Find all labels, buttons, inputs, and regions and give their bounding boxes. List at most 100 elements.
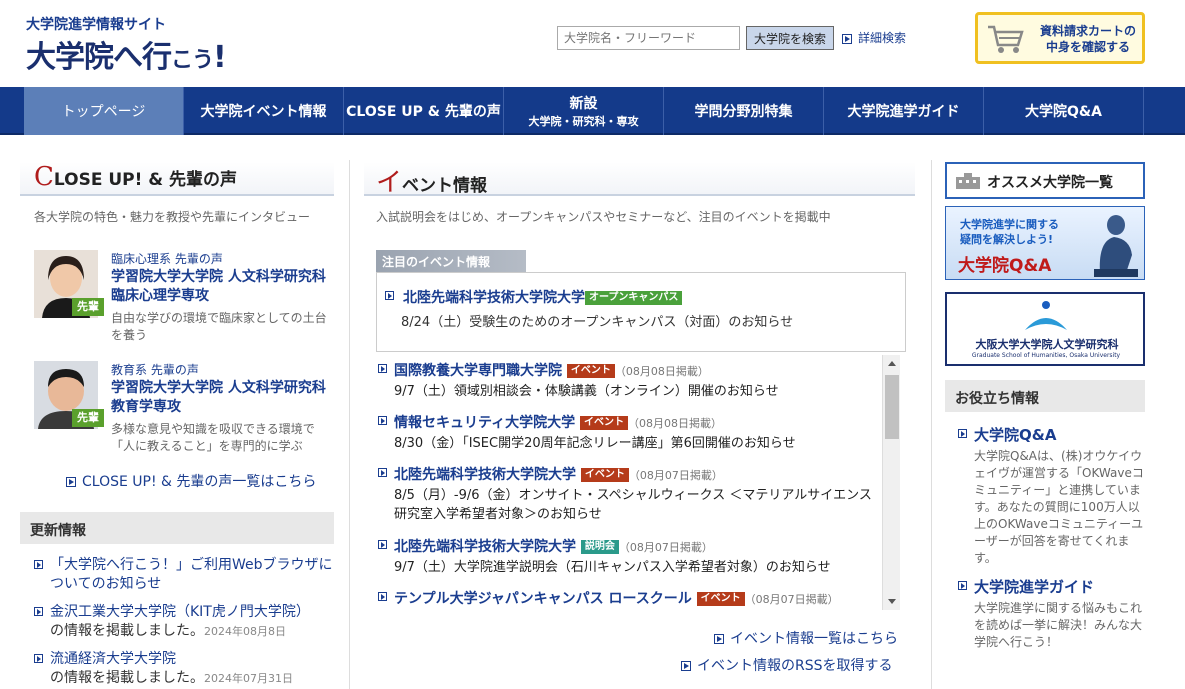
search-input[interactable] — [557, 26, 740, 50]
event-text: 9/7（土）領域別相談会・体験講義（オンライン）開催のお知らせ — [394, 384, 779, 399]
osaka-univ-subtitle: Graduate School of Humanities, Osaka Uni… — [971, 352, 1121, 359]
arrow-icon — [958, 429, 967, 438]
heading-initial: イ — [376, 168, 403, 198]
featured-uni: 北陸先端科学技術大学院大学 — [403, 290, 585, 306]
events-rss-link[interactable]: イベント情報のRSSを取得する — [681, 655, 893, 675]
event-title[interactable]: 国際教養大学専門職大学院 イベント （08月08日掲載） — [378, 360, 880, 380]
shopping-cart-icon — [988, 25, 1024, 53]
featured-event-box: 北陸先端科学技術大学院大学 オープンキャンパス 8/24（土）受験生のためのオープ… — [376, 272, 906, 352]
global-nav: トップページ 大学院イベント情報 CLOSE UP & 先輩の声 新設 大学院・研… — [0, 87, 1185, 135]
event-tag: イベント — [580, 416, 629, 430]
event-text: 8/30（金）「ISEC開学20周年記念リレー講座」第6回開催のお知らせ — [394, 436, 796, 451]
nav-label: 新設 — [569, 96, 598, 112]
arrow-icon — [714, 634, 724, 644]
news-link[interactable]: 流通経済大学大学院 — [50, 651, 176, 667]
nav-closeup[interactable]: CLOSE UP & 先輩の声 — [344, 87, 504, 135]
events-more-link[interactable]: イベント情報一覧はこちら — [714, 628, 898, 648]
news-link[interactable]: 金沢工業大学大学院（KIT虎ノ門大学院） — [50, 604, 310, 620]
voice-card[interactable]: 先輩 臨床心理系 先輩の声 学習院大学大学院 人文科学研究科 臨床心理学専攻 自… — [34, 250, 340, 350]
event-posted-date: （08月07日掲載） — [628, 469, 723, 482]
util-title[interactable]: 大学院進学ガイド — [958, 576, 1146, 597]
events-lead: 入試説明会をはじめ、オープンキャンパスやセミナーなど、注目のイベントを掲載中 — [376, 210, 831, 224]
event-title[interactable]: 北陸先端科学技術大学院大学 説明会 （08月07日掲載） — [378, 536, 880, 556]
nav-label: 学問分野別特集 — [694, 104, 793, 120]
closeup-lead: 各大学院の特色・魅力を教授や先輩にインタビュー — [34, 210, 311, 224]
cart-label-line2: 中身を確認する — [1045, 40, 1130, 54]
nav-qa[interactable]: 大学院Q&A — [984, 87, 1144, 135]
voice-description: 多様な意見や知識を吸収できる環境で「人に教えること」を専門的に学ぶ — [111, 422, 315, 453]
voice-card[interactable]: 先輩 教育系 先輩の声 学習院大学大学院 人文科学研究科 教育学専攻 多様な意見… — [34, 361, 334, 461]
senpai-badge: 先輩 — [72, 298, 104, 316]
cart-button[interactable]: 資料請求カートの 中身を確認する — [975, 12, 1145, 64]
events-rss-label: イベント情報のRSSを取得する — [697, 658, 893, 674]
events-scrollbar[interactable] — [882, 355, 900, 610]
util-item: 大学院進学ガイド 大学院進学に関する悩みもこれを読めば一挙に解決！みんな大学院へ… — [958, 576, 1146, 651]
advanced-search-link[interactable]: 詳細検索 — [842, 29, 906, 46]
open-campus-tag: オープンキャンパス — [585, 291, 683, 305]
arrow-icon — [34, 654, 43, 663]
nav-fields[interactable]: 学問分野別特集 — [664, 87, 824, 135]
event-posted-date: （08月08日掲載） — [628, 417, 723, 430]
site-logo[interactable]: 大学院へ行こう! — [26, 32, 227, 76]
event-title[interactable]: 情報セキュリティ大学院大学 イベント （08月08日掲載） — [378, 412, 880, 432]
news-item: 金沢工業大学大学院（KIT虎ノ門大学院） の情報を掲載しました。2024年08月… — [34, 603, 334, 641]
util-heading: お役立ち情報 — [945, 380, 1145, 412]
osaka-univ-banner[interactable]: 大阪大学大学院人文学研究科 Graduate School of Humanit… — [945, 292, 1145, 366]
qa-banner-title: 大学院Q&A — [958, 256, 1052, 276]
event-item: 北陸先端科学技術大学院大学 説明会 （08月07日掲載） 9/7（土）大学院進学説… — [378, 536, 880, 577]
arrow-icon — [66, 477, 76, 487]
util-title[interactable]: 大学院Q&A — [958, 424, 1146, 445]
thinker-statue-icon — [1094, 215, 1138, 277]
event-title[interactable]: 北陸先端科学技術大学院大学 イベント （08月07日掲載） — [378, 464, 880, 484]
voice-title[interactable]: 学習院大学大学院 人文科学研究科 教育学専攻 — [111, 379, 333, 417]
event-text: 9/7（土）大学院進学説明会（石川キャンパス入学希望者対象）のお知らせ — [394, 560, 831, 575]
senpai-badge: 先輩 — [72, 409, 104, 427]
closeup-more-link[interactable]: CLOSE UP! & 先輩の声一覧はこちら — [66, 471, 316, 491]
arrow-icon — [842, 33, 852, 44]
updates-heading: 更新情報 — [20, 512, 334, 544]
scroll-up-icon[interactable] — [888, 361, 896, 366]
closeup-more-label: CLOSE UP! & 先輩の声一覧はこちら — [82, 474, 317, 490]
event-item: 国際教養大学専門職大学院 イベント （08月08日掲載） 9/7（土）領域別相談会… — [378, 360, 880, 401]
event-item: テンプル大学ジャパンキャンパス ロースクール イベント （08月07日掲載） — [378, 588, 880, 610]
column-divider — [349, 160, 350, 689]
event-uni: 北陸先端科学技術大学院大学 — [394, 539, 576, 555]
event-uni: 情報セキュリティ大学院大学 — [394, 415, 576, 431]
osaka-univ-logo-icon — [1025, 301, 1067, 330]
util-title-text: 大学院Q&A — [974, 426, 1057, 444]
arrow-icon — [385, 291, 394, 300]
scroll-down-icon[interactable] — [888, 599, 896, 604]
logo-text: 大学院へ行 — [26, 40, 172, 75]
nav-top[interactable]: トップページ — [24, 87, 184, 135]
util-item: 大学院Q&A 大学院Q&Aは、(株)オウケイウェイヴが運営する「OKWaveコミ… — [958, 424, 1146, 567]
recommend-list-button[interactable]: オススメ大学院一覧 — [945, 162, 1145, 199]
nav-events[interactable]: 大学院イベント情報 — [184, 87, 344, 135]
util-desc: 大学院Q&Aは、(株)オウケイウェイヴが運営する「OKWaveコミュニティー」と… — [974, 449, 1144, 565]
event-title[interactable]: テンプル大学ジャパンキャンパス ロースクール イベント （08月07日掲載） — [378, 588, 880, 608]
arrow-icon — [34, 560, 43, 569]
featured-event-text: 8/24（土）受験生のためのオープンキャンパス（対面）のお知らせ — [401, 315, 794, 330]
column-divider — [931, 160, 932, 689]
arrow-icon — [958, 581, 967, 590]
arrow-icon — [378, 364, 387, 373]
scroll-thumb[interactable] — [885, 375, 899, 439]
events-heading: イベント情報 — [364, 162, 915, 198]
featured-event-title[interactable]: 北陸先端科学技術大学院大学 オープンキャンパス — [385, 287, 683, 307]
arrow-icon — [378, 540, 387, 549]
recommend-list-label: オススメ大学院一覧 — [987, 175, 1113, 191]
advanced-search-label: 詳細検索 — [858, 31, 907, 45]
event-uni: 国際教養大学専門職大学院 — [394, 363, 562, 379]
news-link[interactable]: 「大学院へ行こう！」ご利用Webブラウザについてのお知らせ — [50, 557, 333, 592]
events-more-label: イベント情報一覧はこちら — [730, 631, 898, 647]
qa-banner[interactable]: 大学院進学に関する 疑問を解決しよう! 大学院Q&A — [945, 206, 1145, 280]
nav-guide[interactable]: 大学院進学ガイド — [824, 87, 984, 135]
nav-new[interactable]: 新設 大学院・研究科・専攻 — [504, 87, 664, 135]
cart-label-line1: 資料請求カートの — [1039, 24, 1136, 38]
logo-text-small: こう — [171, 48, 214, 73]
nav-label: 大学院イベント情報 — [200, 104, 327, 120]
news-item: 「大学院へ行こう！」ご利用Webブラウザについてのお知らせ — [34, 556, 334, 594]
news-suffix: の情報を掲載しました。 — [50, 670, 204, 686]
voice-title[interactable]: 学習院大学大学院 人文科学研究科 臨床心理学専攻 — [111, 268, 340, 306]
cart-label: 資料請求カートの 中身を確認する — [1036, 23, 1140, 55]
search-button[interactable]: 大学院を検索 — [746, 26, 834, 50]
